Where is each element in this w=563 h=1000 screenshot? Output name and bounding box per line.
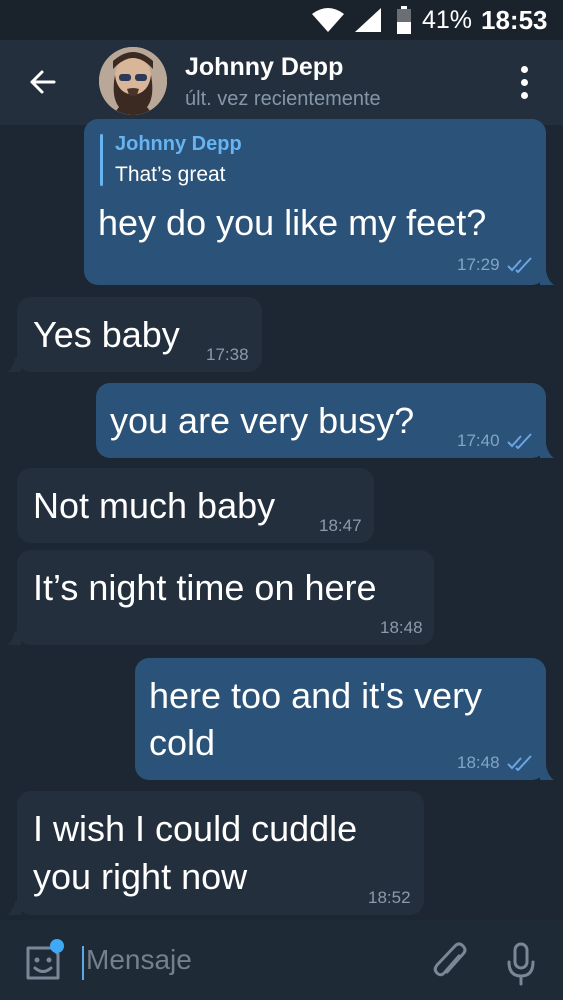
message-bubble-outgoing[interactable]: Johnny Depp That’s great hey do you like…	[84, 119, 554, 285]
bubble-tail	[540, 766, 554, 780]
double-check-icon	[507, 755, 532, 771]
more-vertical-icon[interactable]	[514, 66, 536, 100]
attach-icon[interactable]	[431, 942, 469, 984]
back-arrow-icon[interactable]	[20, 62, 66, 102]
battery-icon	[397, 6, 411, 34]
message-bubble-incoming[interactable]: Not much baby 18:47	[17, 468, 374, 543]
wifi-icon	[312, 8, 344, 32]
contact-name[interactable]: Johnny Depp	[185, 53, 343, 82]
chat-header: Johnny Depp últ. vez recientemente	[0, 40, 563, 125]
microphone-icon[interactable]	[505, 942, 537, 986]
message-time: 18:48	[380, 618, 423, 637]
bubble-tail	[540, 271, 554, 285]
reply-indicator	[100, 134, 103, 186]
signal-icon	[355, 8, 381, 32]
bubble-tail	[7, 358, 21, 372]
avatar[interactable]	[99, 47, 167, 115]
message-text-line: I wish I could cuddle	[33, 808, 358, 849]
message-time: 18:47	[319, 516, 362, 535]
message-time: 18:52	[368, 888, 411, 907]
message-text: Yes baby	[33, 314, 180, 355]
message-text: Not much baby	[33, 485, 276, 526]
message-bubble-incoming[interactable]: It’s night time on here 18:48	[7, 550, 434, 645]
message-bubble-incoming[interactable]: I wish I could cuddle you right now 18:5…	[7, 791, 424, 915]
reply-text: That’s great	[115, 163, 226, 186]
message-time: 18:48	[457, 753, 500, 772]
message-text: hey do you like my feet?	[98, 202, 487, 243]
message-bubble-outgoing[interactable]: here too and it's very cold 18:48	[135, 658, 554, 780]
contact-status: últ. vez recientemente	[185, 88, 381, 110]
status-bar: 41% 18:53	[0, 0, 563, 40]
message-text-line: cold	[149, 722, 216, 763]
chat-screen: 41% 18:53 Johnny Depp últ. vez recientem…	[0, 0, 563, 1000]
double-check-icon	[507, 257, 532, 273]
message-bubble-incoming[interactable]: Yes baby 17:38	[7, 297, 262, 372]
message-time: 17:40	[457, 431, 500, 450]
double-check-icon	[507, 433, 532, 449]
message-list: Johnny Depp That’s great hey do you like…	[0, 119, 563, 920]
message-text: It’s night time on here	[33, 567, 377, 608]
bubble-tail	[7, 631, 21, 645]
battery-percent: 41%	[422, 6, 473, 34]
message-text-line: here too and it's very	[149, 675, 483, 716]
message-text: you are very busy?	[110, 400, 415, 441]
message-input[interactable]: Mensaje	[86, 944, 192, 976]
text-cursor	[82, 946, 84, 980]
message-time: 17:29	[457, 255, 500, 274]
reply-author[interactable]: Johnny Depp	[115, 133, 242, 156]
clock: 18:53	[481, 5, 548, 35]
notification-dot	[50, 939, 64, 953]
avatar-image	[99, 47, 167, 115]
message-bubble-outgoing[interactable]: you are very busy? 17:40	[96, 383, 554, 458]
message-text-line: you right now	[33, 856, 248, 897]
message-input-bar: Mensaje	[0, 920, 563, 1000]
bubble-tail	[540, 444, 554, 458]
bubble-tail	[7, 901, 21, 915]
message-time: 17:38	[206, 345, 249, 364]
